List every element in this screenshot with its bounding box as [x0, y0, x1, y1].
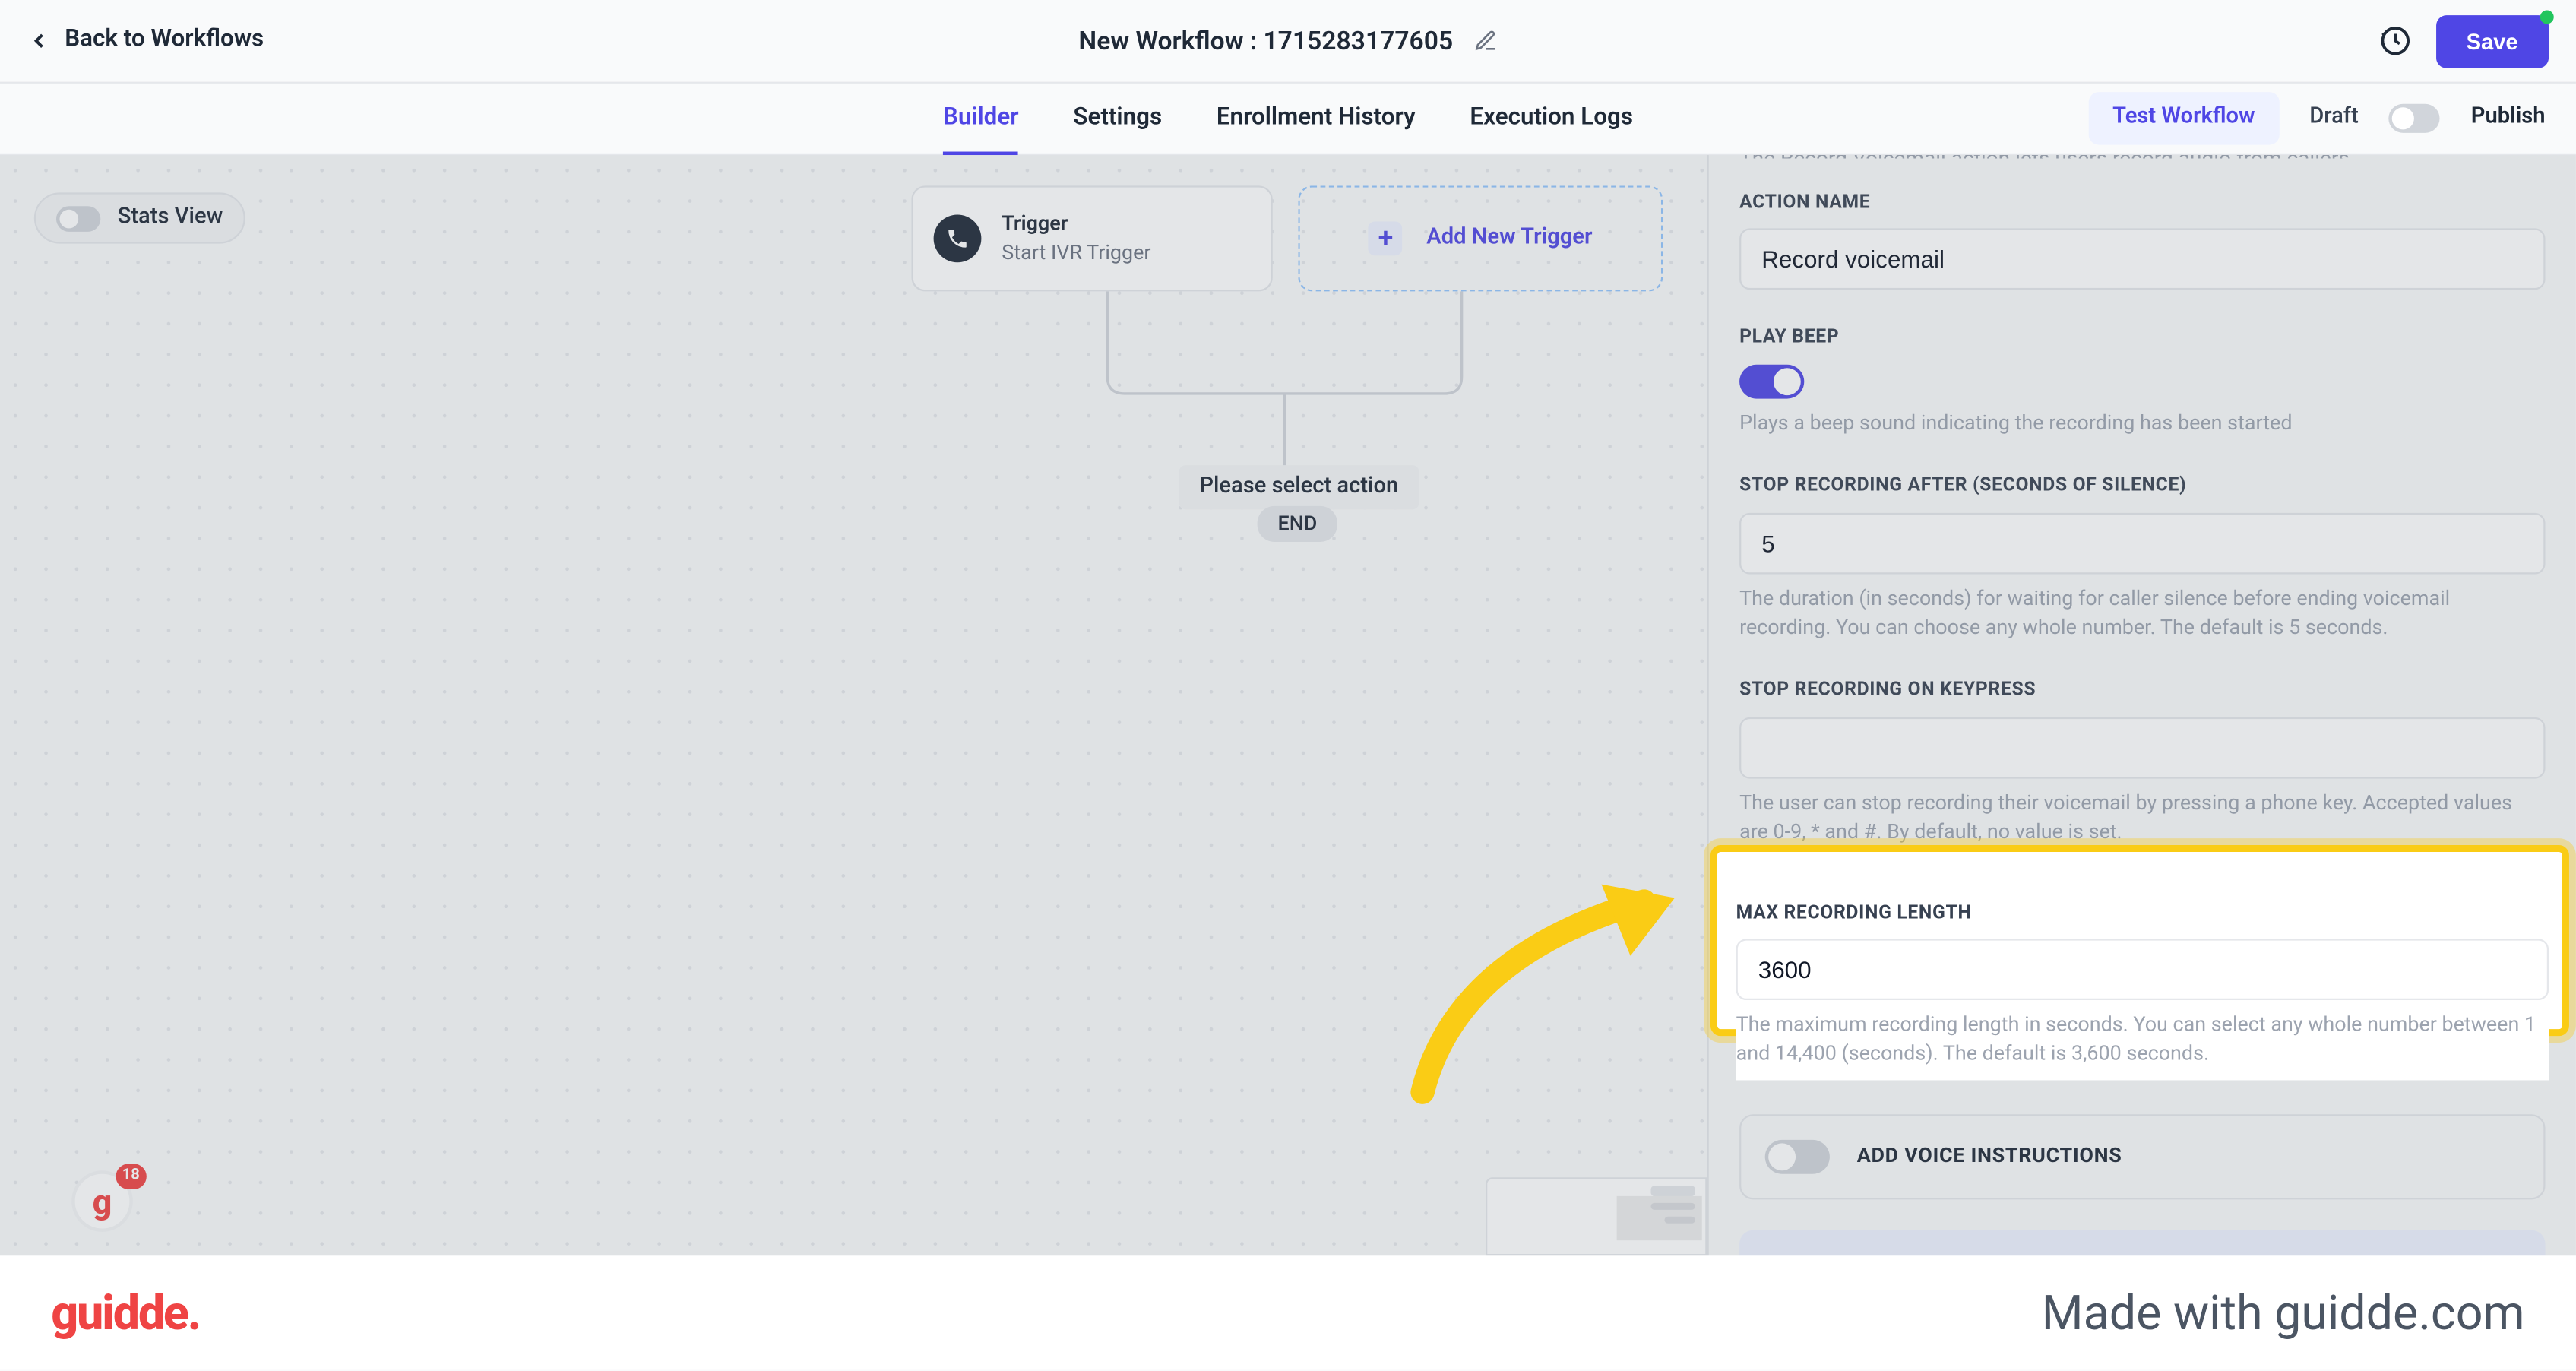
workflow-canvas[interactable]: Stats View Trigger Start IVR Trigger + A… [0, 155, 1707, 1255]
save-button[interactable]: Save [2435, 14, 2549, 68]
stop-keypress-help: The user can stop recording their voicem… [1739, 788, 2545, 847]
phone-icon [934, 214, 982, 262]
chevron-left-icon [27, 29, 51, 52]
history-icon[interactable] [2378, 24, 2412, 58]
stats-view-label: Stats View [118, 203, 223, 234]
add-trigger-label: Add New Trigger [1426, 223, 1592, 254]
recording-info-box: Where can I find the Recording? The reco… [1739, 1230, 2545, 1255]
stop-silence-help: The duration (in seconds) for waiting fo… [1739, 584, 2545, 643]
play-beep-help: Plays a beep sound indicating the record… [1739, 409, 2545, 439]
select-action-placeholder[interactable]: Please select action [1179, 465, 1419, 510]
plus-icon: + [1369, 221, 1403, 255]
max-length-input[interactable] [1736, 939, 2549, 1000]
stop-keypress-input[interactable] [1739, 717, 2545, 778]
stats-view-toggle[interactable]: Stats View [34, 192, 245, 244]
stop-keypress-label: STOP RECORDING ON KEYPRESS [1739, 677, 2545, 704]
voice-instructions-row[interactable]: ADD VOICE INSTRUCTIONS [1739, 1114, 2545, 1199]
trigger-title: Trigger [1002, 210, 1150, 239]
badge-count: 18 [116, 1164, 147, 1189]
edit-icon[interactable] [1473, 29, 1497, 52]
test-workflow-button[interactable]: Test Workflow [2089, 93, 2279, 144]
stats-toggle[interactable] [56, 205, 100, 231]
tab-builder[interactable]: Builder [943, 84, 1019, 154]
action-settings-panel: The Record Voicemail action lets users r… [1707, 155, 2575, 1255]
stop-silence-label: STOP RECORDING AFTER (SECONDS OF SILENCE… [1739, 472, 2545, 499]
connector-lines [1090, 291, 1479, 482]
back-button[interactable]: Back to Workflows [27, 24, 264, 58]
stop-silence-input[interactable] [1739, 512, 2545, 574]
publish-label: Publish [2471, 103, 2546, 134]
trigger-card[interactable]: Trigger Start IVR Trigger [911, 185, 1272, 291]
guidde-record-badge[interactable]: g 18 [71, 1170, 143, 1242]
trigger-subtitle: Start IVR Trigger [1002, 239, 1150, 268]
minimap[interactable] [1486, 1177, 1707, 1255]
tab-settings[interactable]: Settings [1073, 84, 1162, 154]
publish-toggle[interactable] [2389, 104, 2440, 133]
panel-description-cut: The Record Voicemail action lets users r… [1739, 155, 2545, 158]
end-chip: END [1258, 506, 1338, 542]
play-beep-label: PLAY BEEP [1739, 325, 2545, 351]
tab-enrollment-history[interactable]: Enrollment History [1217, 84, 1416, 154]
max-length-help: The maximum recording length in seconds.… [1736, 1010, 2549, 1069]
tab-execution-logs[interactable]: Execution Logs [1470, 84, 1633, 154]
action-name-label: ACTION NAME [1739, 189, 2545, 216]
play-beep-toggle[interactable] [1739, 364, 1804, 398]
add-trigger-button[interactable]: + Add New Trigger [1298, 185, 1663, 291]
back-label: Back to Workflows [65, 24, 264, 58]
workflow-title: New Workflow : 1715283177605 [1078, 23, 1453, 59]
voice-instructions-toggle[interactable] [1765, 1139, 1830, 1173]
draft-label: Draft [2309, 103, 2359, 134]
voice-instructions-label: ADD VOICE INSTRUCTIONS [1857, 1142, 2122, 1171]
made-with-label: Made with guidde.com [2042, 1280, 2525, 1347]
guidde-logo: guidde. [51, 1280, 200, 1347]
action-name-input[interactable] [1739, 229, 2545, 290]
max-length-label: MAX RECORDING LENGTH [1736, 899, 2549, 926]
